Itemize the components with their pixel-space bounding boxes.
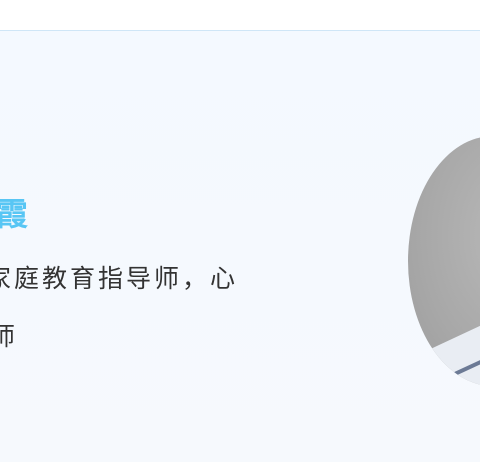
teacher-description-line-1: 家庭教育指导师，心	[0, 264, 239, 293]
teacher-profile-card: 霞 家庭教育指导师，心 师	[0, 30, 480, 462]
teacher-avatar	[408, 136, 480, 386]
teacher-name: 霞	[0, 195, 31, 233]
teacher-description-line-2: 师	[0, 322, 19, 351]
page: 霞 家庭教育指导师，心 师	[0, 0, 480, 464]
top-strip	[0, 0, 480, 30]
avatar-shirt	[424, 317, 480, 386]
